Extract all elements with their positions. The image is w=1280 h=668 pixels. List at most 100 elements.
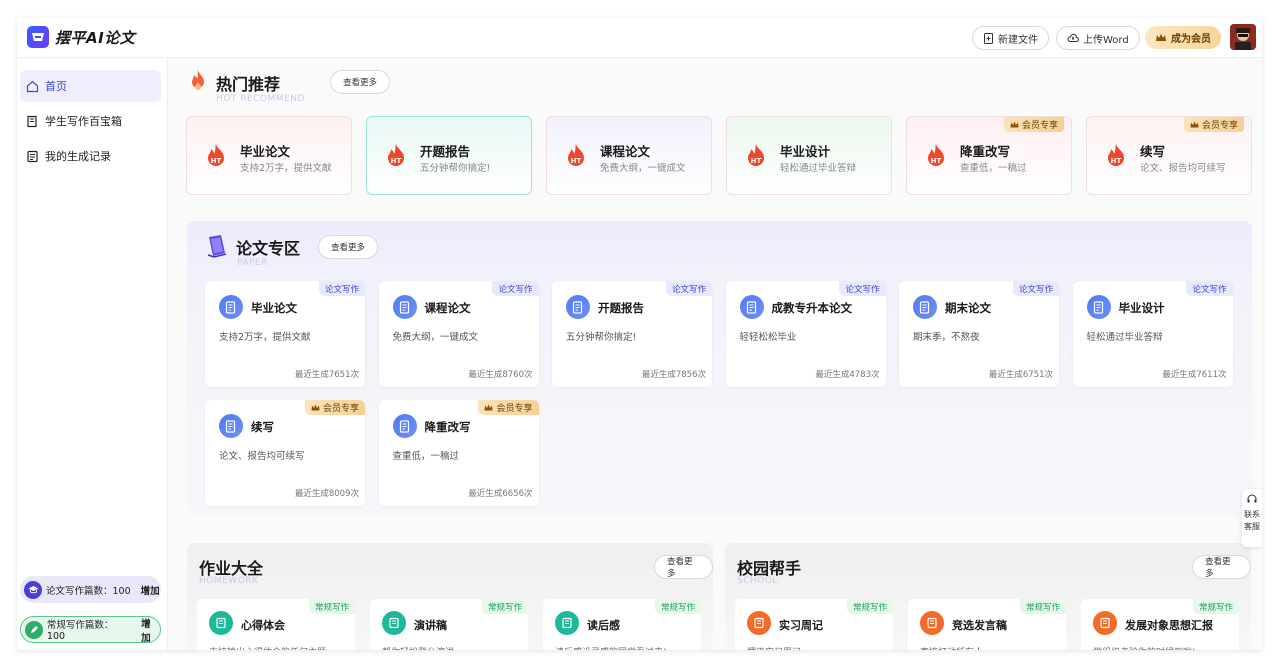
cloud-upload-icon [1067,33,1079,42]
vip-badge-label: 会员专享 [1201,121,1238,131]
hot-card-title: 降重改写 [960,144,1011,159]
homework-card[interactable]: 读后感读后感设灵感的同学看过来! 常规写作 [543,599,701,650]
hot-more-button[interactable]: 查看更多 [330,70,391,94]
hot-card[interactable]: HT 毕业设计 轻松通过毕业答辩 [726,116,892,195]
hot-card-desc: 轻松通过毕业答辩 [780,163,857,174]
campus-card-title: 实习周记 [779,619,823,632]
paper-card[interactable]: 续写 论文、报告均可续写 最近生成8009次 会员专享 [205,400,365,506]
paper-section: 论文专区 PAPER 查看更多 毕业论文 支持2万字，提供文献 最近生成7651次论… [187,221,1252,516]
paper-card[interactable]: 成教专升本论文 轻轻松松毕业 最近生成4783次 论文写作 [725,281,886,387]
category-tag: 论文写作 [665,281,712,296]
paper-card-title: 续写 [251,420,274,434]
document-icon [392,295,417,319]
paper-card-count: 最近生成8760次 [468,370,533,380]
homework-card-desc: 支持输出心得体会的任何主题 [209,645,349,650]
book-icon [27,115,37,127]
paper-card[interactable]: 毕业论文 支持2万字，提供文献 最近生成7651次 论文写作 [205,281,365,387]
homework-more-button[interactable]: 查看更多 [654,555,713,579]
campus-card[interactable]: 实习周记摆平实习周记 常规写作 [735,599,893,650]
homework-section: 作业大全 HOMEWORK 查看更多 心得体会支持输出心得体会的任何主题常规写作… [187,543,713,650]
avatar[interactable] [1230,24,1256,50]
paper-card[interactable]: 课程论文 免费大纲，一键成文 最近生成8760次 论文写作 [378,281,539,387]
crown-icon [311,404,320,410]
sidebar-item-home[interactable]: 首页 [20,70,161,102]
hot-fire-icon: HT [565,143,587,169]
hot-card[interactable]: HT 课程论文 免费大纲，一键成文 [546,116,712,195]
paper-card[interactable]: 开题报告五分钟帮你搞定! 最近生成7856次 论文写作 [552,281,712,387]
upload-word-button[interactable]: 上传Word [1056,26,1140,50]
hot-card-desc: 论文、报告均可续写 [1140,163,1226,174]
logo-text: 摆平AI论文 [55,28,136,47]
paper-card-desc: 五分钟帮你搞定! [566,332,637,343]
category-tag: 论文写作 [1186,281,1233,296]
paper-card-title: 毕业设计 [1118,301,1165,315]
svg-text:HT: HT [931,157,942,165]
hot-card[interactable]: HT 开题报告 五分钟帮你搞定! [366,116,532,195]
hot-fire-icon: HT [385,143,407,169]
paper-card-desc: 免费大纲，一键成文 [392,332,479,343]
paper-card-count: 最近生成6656次 [468,489,533,499]
campus-card-title: 发展对象思想汇报 [1125,619,1213,632]
sidebar-item-records[interactable]: 我的生成记录 [20,140,161,172]
paper-card[interactable]: 降重改写 查重低，一稿过 最近生成6656次 会员专享 [378,400,539,506]
homework-card-desc: 读后感设灵感的同学看过来! [555,645,695,650]
contact-support-button[interactable]: 联系 客服 [1242,489,1262,547]
sidebar: 首页 学生写作百宝箱 我的生成记录 论文写作篇数：100 增加 常规写作篇数：1… [17,58,168,650]
hot-card[interactable]: HT 降重改写 查重低，一稿过 会员专享 [906,116,1072,195]
svg-text:HT: HT [211,157,222,165]
document-icon [1086,295,1111,319]
campus-card-desc: 直接打动所有人 [920,645,1060,650]
homework-card-title: 演讲稿 [414,619,447,632]
campus-card-desc: 党组织考验你的时候到啦! [1093,645,1233,650]
paper-card[interactable]: 毕业设计 轻松通过毕业答辩 最近生成7611次 论文写作 [1072,281,1233,387]
hot-card-title: 开题报告 [420,144,471,159]
paper-card-desc: 查重低，一稿过 [392,451,460,462]
homework-card[interactable]: 心得体会支持输出心得体会的任何主题 常规写作 [197,599,355,650]
notebook-icon [920,611,944,635]
crown-icon [1156,33,1166,41]
regular-quota-add-button[interactable]: 增加 [141,616,160,644]
sidebar-item-label: 学生写作百宝箱 [45,115,122,128]
paper-quota-add-button[interactable]: 增加 [141,583,160,597]
category-tag: 常规写作 [654,599,701,614]
campus-more-button[interactable]: 查看更多 [1192,555,1251,579]
new-file-label: 新建文件 [998,34,1038,46]
contact-label-2: 客服 [1244,522,1260,531]
paper-card-title: 成教专升本论文 [771,301,853,315]
homework-card[interactable]: 演讲稿帮你轻松登台演讲 常规写作 [370,599,528,650]
writing-icon [555,611,579,635]
paper-card-count: 最近生成7856次 [641,370,706,380]
paper-quota: 论文写作篇数：100 增加 [20,576,161,603]
hot-card[interactable]: HT 续写 论文、报告均可续写 会员专享 [1086,116,1252,195]
paper-card[interactable]: 期末论文 期末季，不熬夜 最近生成6751次 论文写作 [899,281,1059,387]
svg-text:HT: HT [571,157,582,165]
paper-card-title: 开题报告 [598,301,644,315]
paper-card-desc: 支持2万字，提供文献 [219,332,311,343]
writing-icon [209,611,233,635]
svg-text:HT: HT [1111,157,1122,165]
campus-card[interactable]: 发展对象思想汇报党组织考验你的时候到啦! 常规写作 [1081,599,1239,650]
paper-card-desc: 轻松通过毕业答辩 [1086,332,1163,343]
become-vip-button[interactable]: 成为会员 [1145,26,1221,49]
pen-icon [25,620,43,639]
hot-fire-icon: HT [1105,143,1127,169]
hot-card[interactable]: HT 毕业论文 支持2万字，提供文献 [186,116,352,195]
sidebar-item-toolbox[interactable]: 学生写作百宝箱 [20,105,161,137]
document-icon [392,414,417,438]
writing-icon [382,611,406,635]
regular-quota: 常规写作篇数：100 增加 [20,616,161,644]
paper-more-button[interactable]: 查看更多 [318,235,379,259]
logo[interactable]: 摆平AI论文 [27,26,135,48]
document-icon [219,414,243,438]
crown-icon [484,404,493,410]
new-file-button[interactable]: 新建文件 [972,26,1049,50]
campus-card[interactable]: 竞选发言稿直接打动所有人 常规写作 [908,599,1066,650]
top-header: 摆平AI论文 新建文件 上传Word 成为会员 [17,18,1262,58]
notebook-icon [747,611,771,635]
hot-fire-icon: HT [745,143,767,169]
paper-section-subtitle: PAPER [237,258,268,268]
homework-card-title: 心得体会 [241,619,285,632]
paper-card-count: 最近生成4783次 [815,370,880,380]
homework-card-desc: 帮你轻松登台演讲 [382,645,522,650]
category-tag: 论文写作 [1012,281,1059,296]
